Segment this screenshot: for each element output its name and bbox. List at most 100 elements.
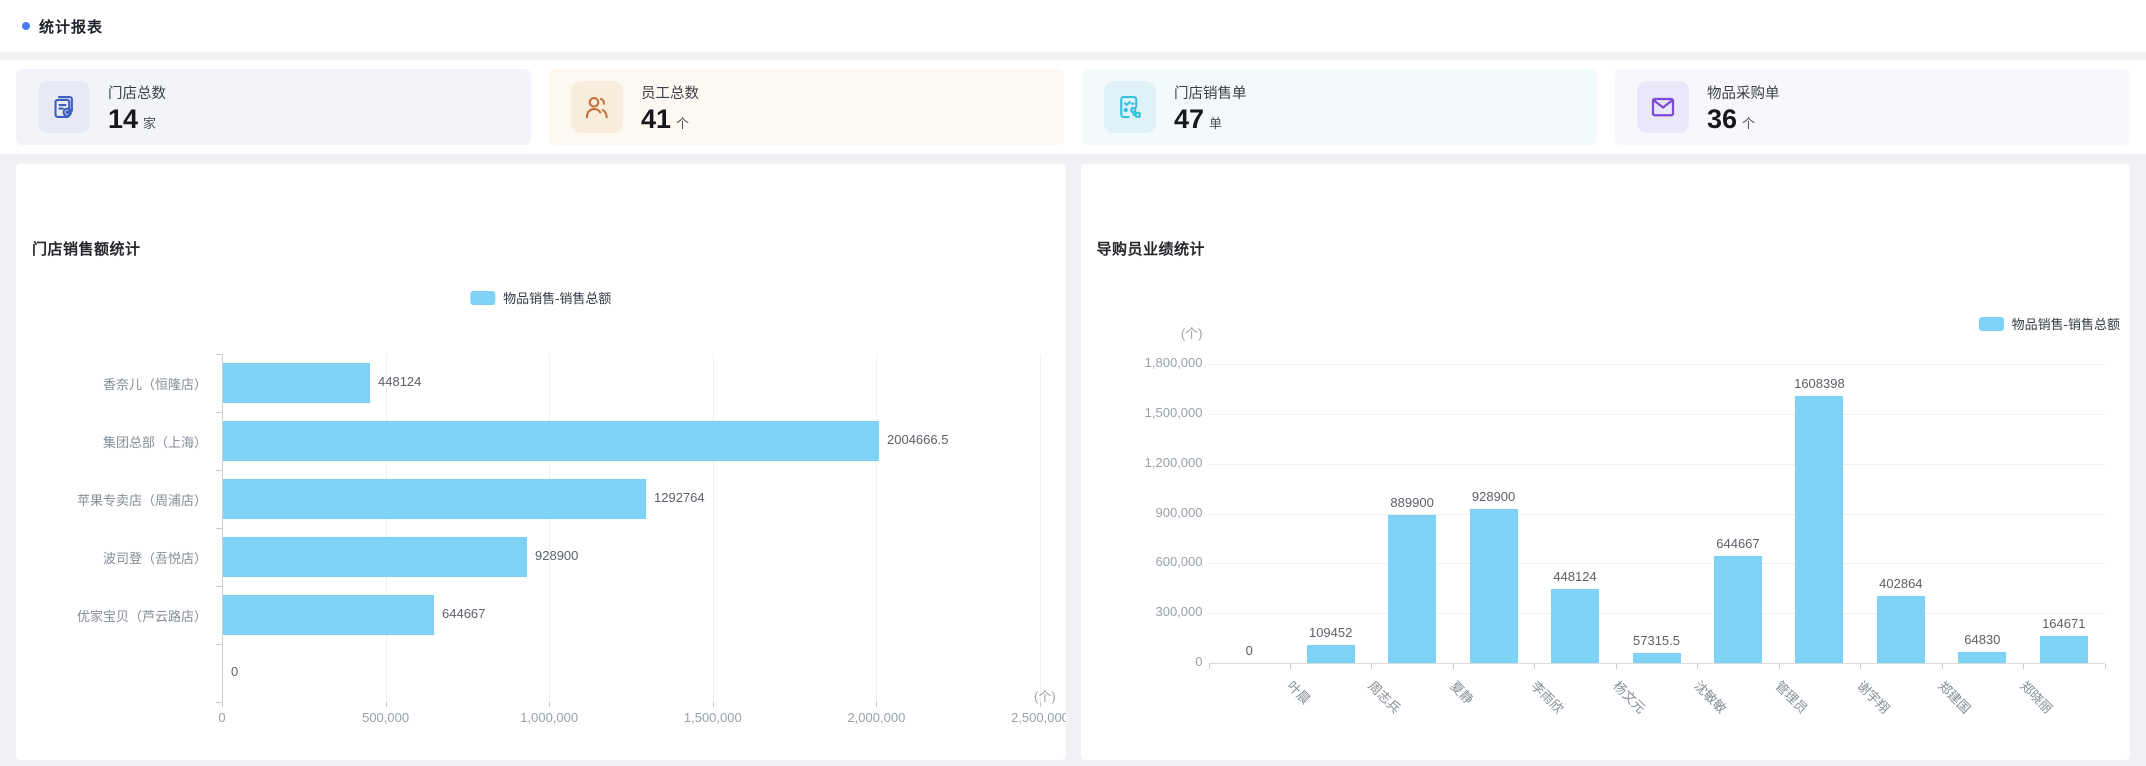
category-label: 李雨欣 bbox=[1528, 676, 1569, 717]
gridline bbox=[713, 354, 714, 702]
bar[interactable] bbox=[1795, 396, 1843, 663]
gridline bbox=[1209, 514, 2105, 515]
bar[interactable] bbox=[1307, 645, 1355, 663]
value-label: 644667 bbox=[1668, 536, 1808, 551]
bar[interactable] bbox=[1714, 556, 1762, 663]
axis-tick-label: 2,000,000 bbox=[816, 710, 936, 725]
category-label: 香奈儿（恒隆店） bbox=[16, 374, 207, 393]
store-report-icon bbox=[38, 81, 90, 133]
category-label: 夏静 bbox=[1446, 676, 1478, 708]
legend-swatch-icon bbox=[470, 291, 495, 305]
value-label: 1608398 bbox=[1749, 376, 1889, 391]
bar[interactable] bbox=[1470, 509, 1518, 663]
value-label: 2004666.5 bbox=[887, 432, 948, 447]
axis-tick-label: 1,200,000 bbox=[1103, 455, 1203, 470]
axis-tick bbox=[216, 412, 222, 413]
category-label: 郑建国 bbox=[1935, 676, 1976, 717]
stat-label: 员工总数 bbox=[641, 82, 699, 103]
stat-value: 14 bbox=[108, 106, 138, 133]
stat-card-staff: 员工总数 41 个 bbox=[549, 69, 1064, 145]
axis-tick-label: 1,000,000 bbox=[489, 710, 609, 725]
category-label: 管理员 bbox=[1772, 676, 1813, 717]
gridline bbox=[1209, 563, 2105, 564]
gridline bbox=[1209, 613, 2105, 614]
value-label: 1292764 bbox=[654, 490, 705, 505]
axis-tick bbox=[1534, 664, 1535, 669]
store-sales-chart: 门店销售额统计 物品销售-销售总额 0500,0001,000,0001,500… bbox=[16, 164, 1066, 760]
axis-tick bbox=[1290, 664, 1291, 669]
axis-tick bbox=[1371, 664, 1372, 669]
bar[interactable] bbox=[223, 537, 527, 577]
legend-label: 物品销售-销售总额 bbox=[2012, 314, 2120, 333]
stat-card-text: 门店销售单 47 单 bbox=[1174, 82, 1247, 133]
axis-tick bbox=[1860, 664, 1861, 669]
bar[interactable] bbox=[1633, 653, 1681, 663]
axis-tick bbox=[1779, 664, 1780, 669]
stat-label: 门店总数 bbox=[108, 82, 166, 103]
bar[interactable] bbox=[1877, 596, 1925, 663]
axis-tick-label: 600,000 bbox=[1103, 554, 1203, 569]
value-label: 448124 bbox=[1505, 569, 1645, 584]
gridline bbox=[1209, 414, 2105, 415]
stat-unit: 家 bbox=[143, 113, 156, 132]
gridline bbox=[876, 354, 877, 702]
stat-label: 门店销售单 bbox=[1174, 82, 1247, 103]
axis-tick bbox=[216, 354, 222, 355]
bar[interactable] bbox=[1958, 652, 2006, 663]
axis-tick bbox=[216, 470, 222, 471]
bar[interactable] bbox=[223, 421, 879, 461]
stat-value: 41 bbox=[641, 106, 671, 133]
gridline bbox=[222, 354, 223, 702]
purchase-order-icon bbox=[1637, 81, 1689, 133]
axis-tick bbox=[1209, 664, 1210, 669]
stat-card-text: 物品采购单 36 个 bbox=[1707, 82, 1780, 133]
bar[interactable] bbox=[2040, 636, 2088, 663]
category-label: 波司登（吾悦店） bbox=[16, 548, 207, 567]
charts-row: 门店销售额统计 物品销售-销售总额 0500,0001,000,0001,500… bbox=[16, 164, 2130, 760]
axis-tick-label: 500,000 bbox=[326, 710, 446, 725]
sales-order-icon bbox=[1104, 81, 1156, 133]
value-label: 928900 bbox=[535, 548, 578, 563]
axis-tick bbox=[1697, 664, 1698, 669]
value-label: 402864 bbox=[1831, 576, 1971, 591]
value-label: 644667 bbox=[442, 606, 485, 621]
stat-card-text: 员工总数 41 个 bbox=[641, 82, 699, 133]
axis-tick-label: 1,500,000 bbox=[1103, 405, 1203, 420]
axis-unit-label: (个) bbox=[1123, 323, 1203, 342]
category-label: 周志兵 bbox=[1365, 676, 1406, 717]
bar[interactable] bbox=[223, 479, 646, 519]
stat-card-sales-orders: 门店销售单 47 单 bbox=[1082, 69, 1597, 145]
axis-tick bbox=[1616, 664, 1617, 669]
category-label: 杨文元 bbox=[1609, 676, 1650, 717]
axis-tick bbox=[1942, 664, 1943, 669]
axis-tick bbox=[713, 702, 714, 707]
legend-item[interactable]: 物品销售-销售总额 bbox=[470, 288, 611, 307]
category-label: 优家宝贝（芦云路店） bbox=[16, 606, 207, 625]
axis-unit-label: (个) bbox=[1034, 686, 1056, 705]
axis-tick-label: 1,500,000 bbox=[653, 710, 773, 725]
axis-tick-label: 2,500,000 bbox=[980, 710, 1066, 725]
stat-card-purchase-orders: 物品采购单 36 个 bbox=[1615, 69, 2130, 145]
chart-title: 导购员业绩统计 bbox=[1097, 238, 1206, 259]
title-bullet-icon bbox=[22, 22, 30, 30]
axis-tick-label: 1,800,000 bbox=[1103, 355, 1203, 370]
stat-value: 36 bbox=[1707, 106, 1737, 133]
bar[interactable] bbox=[1388, 515, 1436, 663]
stats-panel: 门店总数 14 家 员工总数 41 个 bbox=[0, 60, 2146, 154]
bar[interactable] bbox=[223, 595, 434, 635]
bar[interactable] bbox=[1551, 589, 1599, 663]
stat-unit: 个 bbox=[1742, 113, 1755, 132]
axis-tick-label: 300,000 bbox=[1103, 604, 1203, 619]
stat-card-stores: 门店总数 14 家 bbox=[16, 69, 531, 145]
category-label: 谢宇翔 bbox=[1853, 676, 1894, 717]
value-label: 164671 bbox=[1994, 616, 2130, 631]
value-label: 64830 bbox=[1912, 632, 2052, 647]
axis-tick-label: 0 bbox=[162, 710, 282, 725]
legend-item[interactable]: 物品销售-销售总额 bbox=[1979, 314, 2120, 333]
axis-tick bbox=[216, 528, 222, 529]
stat-unit: 个 bbox=[676, 113, 689, 132]
stat-label: 物品采购单 bbox=[1707, 82, 1780, 103]
axis-tick bbox=[2105, 664, 2106, 669]
axis-tick bbox=[549, 702, 550, 707]
bar[interactable] bbox=[223, 363, 370, 403]
